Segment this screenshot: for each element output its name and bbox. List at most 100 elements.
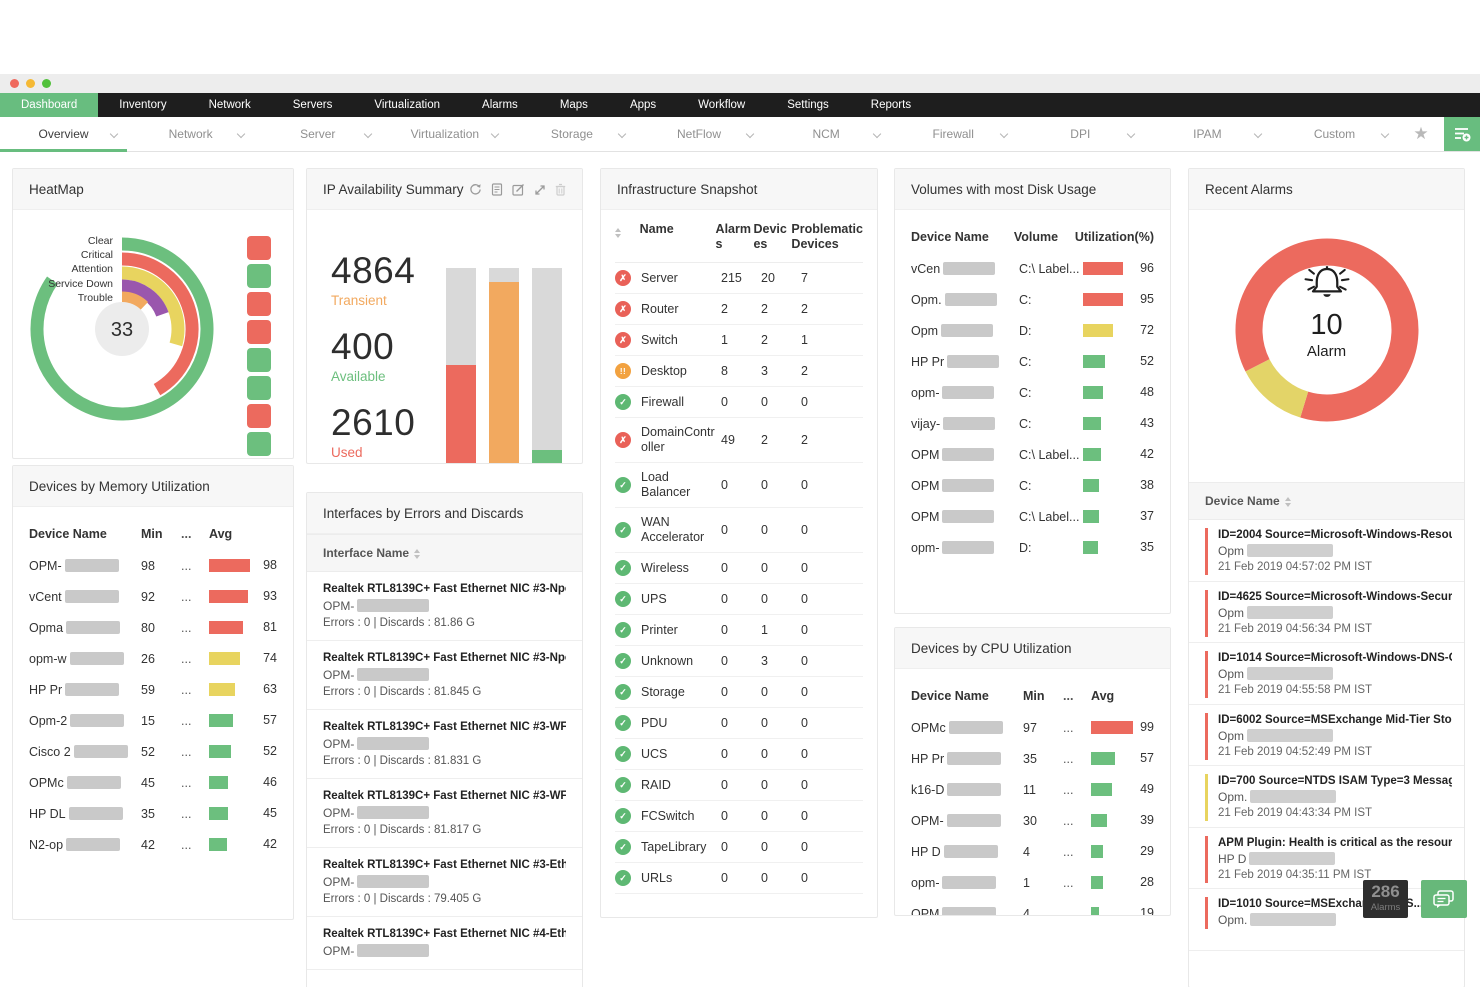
table-row[interactable]: OPM 4 ... 19 (911, 898, 1154, 915)
infrastructure-row[interactable]: Wireless 0 0 0 (615, 553, 863, 584)
sort-icon[interactable] (615, 227, 622, 238)
dashboard-tab-custom[interactable]: Custom (1271, 117, 1398, 151)
delete-icon[interactable] (555, 183, 566, 196)
infrastructure-row[interactable]: WAN Accelerator 0 0 0 (615, 508, 863, 553)
primary-tab-maps[interactable]: Maps (539, 93, 609, 117)
infrastructure-row[interactable]: Desktop 8 3 2 (615, 356, 863, 387)
dashboard-tab-netflow[interactable]: NetFlow (635, 117, 762, 151)
primary-tab-servers[interactable]: Servers (272, 93, 354, 117)
interface-list-item[interactable]: Realtek RTL8139C+ Fast Ethernet NIC #3-W… (307, 779, 582, 848)
dashboard-tab-ipam[interactable]: IPAM (1144, 117, 1271, 151)
interface-list-item[interactable]: Realtek RTL8139C+ Fast Ethernet NIC #3-N… (307, 572, 582, 641)
chevron-down-icon[interactable] (236, 129, 246, 139)
table-row[interactable]: vijay- C: 43 (911, 408, 1154, 439)
heatmap-device-square[interactable] (247, 264, 271, 288)
infrastructure-row[interactable]: Unknown 0 3 0 (615, 646, 863, 677)
table-row[interactable]: opm- D: 35 (911, 532, 1154, 563)
dashboard-tab-storage[interactable]: Storage (508, 117, 635, 151)
table-row[interactable]: HP Pr C: 52 (911, 346, 1154, 377)
alarm-list-item[interactable]: ID=700 Source=NTDS ISAM Type=3 Message=N… (1189, 766, 1464, 828)
table-row[interactable]: OPMc 45 ... 46 (29, 767, 277, 798)
infrastructure-row[interactable]: Router 2 2 2 (615, 294, 863, 325)
table-row[interactable]: HP D 4 ... 29 (911, 836, 1154, 867)
infrastructure-row[interactable]: Load Balancer 0 0 0 (615, 463, 863, 508)
infrastructure-row[interactable]: RAID 0 0 0 (615, 770, 863, 801)
table-row[interactable]: OPM- 30 ... 39 (911, 805, 1154, 836)
column-problematic-devices[interactable]: Problematic Devices (791, 222, 863, 252)
table-row[interactable]: vCent 92 ... 93 (29, 581, 277, 612)
table-row[interactable]: OPM C: 38 (911, 470, 1154, 501)
edit-icon[interactable] (512, 183, 525, 196)
heatmap-device-square[interactable] (247, 292, 271, 316)
table-row[interactable]: N2-op 42 ... 42 (29, 829, 277, 860)
dashboard-tab-dpi[interactable]: DPI (1017, 117, 1144, 151)
window-close-button[interactable] (10, 79, 19, 88)
heatmap-device-square[interactable] (247, 432, 271, 456)
table-row[interactable]: Opm. C: 95 (911, 284, 1154, 315)
alarm-list-item[interactable]: ID=1014 Source=Microsoft-Windows-DNS-Cli… (1189, 643, 1464, 705)
column-name[interactable]: Name (640, 222, 716, 237)
primary-tab-inventory[interactable]: Inventory (98, 93, 187, 117)
interface-list-item[interactable]: Realtek RTL8139C+ Fast Ethernet NIC #3-E… (307, 848, 582, 917)
chat-button[interactable] (1421, 880, 1467, 918)
table-row[interactable]: k16-D 11 ... 49 (911, 774, 1154, 805)
table-row[interactable]: OPM- 98 ... 98 (29, 550, 277, 581)
window-minimize-button[interactable] (26, 79, 35, 88)
infrastructure-row[interactable]: DomainController 49 2 2 (615, 418, 863, 463)
chevron-down-icon[interactable] (1126, 129, 1136, 139)
table-row[interactable]: HP DL 35 ... 45 (29, 798, 277, 829)
table-row[interactable]: OPMc 97 ... 99 (911, 712, 1154, 743)
column-devices[interactable]: Devices (753, 222, 791, 252)
table-row[interactable]: Opm D: 72 (911, 315, 1154, 346)
report-icon[interactable] (491, 183, 503, 196)
dashboard-tab-ncm[interactable]: NCM (763, 117, 890, 151)
table-row[interactable]: OPM C:\ Label... 42 (911, 439, 1154, 470)
dashboard-tab-server[interactable]: Server (254, 117, 381, 151)
interfaces-list-header[interactable]: Interface Name (307, 534, 582, 572)
primary-tab-alarms[interactable]: Alarms (461, 93, 539, 117)
alarms-list-header[interactable]: Device Name (1189, 482, 1464, 520)
heatmap-device-square[interactable] (247, 348, 271, 372)
interface-list-item[interactable]: Realtek RTL8139C+ Fast Ethernet NIC #3-N… (307, 641, 582, 710)
infrastructure-row[interactable]: URLs 0 0 0 (615, 863, 863, 894)
column-alarms[interactable]: Alarms (716, 222, 754, 252)
chevron-down-icon[interactable] (999, 129, 1008, 139)
table-row[interactable]: HP Pr 35 ... 57 (911, 743, 1154, 774)
chevron-down-icon[interactable] (109, 129, 119, 139)
table-row[interactable]: vCen C:\ Label... 96 (911, 253, 1154, 284)
heatmap-device-square[interactable] (247, 376, 271, 400)
infrastructure-row[interactable]: PDU 0 0 0 (615, 708, 863, 739)
interface-list-item[interactable]: Realtek RTL8139C+ Fast Ethernet NIC #3-W… (307, 710, 582, 779)
infrastructure-row[interactable]: Firewall 0 0 0 (615, 387, 863, 418)
dashboard-tab-overview[interactable]: Overview (0, 117, 128, 152)
infrastructure-row[interactable]: Server 215 20 7 (615, 263, 863, 294)
dashboard-tab-firewall[interactable]: Firewall (890, 117, 1017, 151)
chevron-down-icon[interactable] (745, 129, 754, 139)
chevron-down-icon[interactable] (1380, 129, 1390, 139)
refresh-icon[interactable] (469, 183, 482, 196)
heatmap-device-square[interactable] (247, 320, 271, 344)
infrastructure-row[interactable]: Storage 0 0 0 (615, 677, 863, 708)
primary-tab-workflow[interactable]: Workflow (677, 93, 766, 117)
add-dashboard-button[interactable] (1444, 117, 1480, 151)
infrastructure-row[interactable]: UPS 0 0 0 (615, 584, 863, 615)
alarm-list-item[interactable]: ID=2004 Source=Microsoft-Windows-Resourc… (1189, 520, 1464, 582)
infrastructure-row[interactable]: Switch 1 2 1 (615, 325, 863, 356)
infrastructure-row[interactable]: UCS 0 0 0 (615, 739, 863, 770)
infrastructure-row[interactable]: TapeLibrary 0 0 0 (615, 832, 863, 863)
table-row[interactable]: Opm-2 15 ... 57 (29, 705, 277, 736)
infrastructure-row[interactable]: FCSwitch 0 0 0 (615, 801, 863, 832)
dashboard-tab-virtualization[interactable]: Virtualization (381, 117, 508, 151)
table-row[interactable]: OPM C:\ Label... 37 (911, 501, 1154, 532)
chevron-down-icon[interactable] (491, 129, 500, 139)
alarm-list-item[interactable]: ID=4625 Source=Microsoft-Windows-Securit… (1189, 582, 1464, 643)
table-row[interactable]: opm-w 26 ... 74 (29, 643, 277, 674)
primary-tab-virtualization[interactable]: Virtualization (353, 93, 461, 117)
table-row[interactable]: Opma 80 ... 81 (29, 612, 277, 643)
primary-tab-settings[interactable]: Settings (766, 93, 850, 117)
chevron-down-icon[interactable] (1253, 129, 1263, 139)
table-row[interactable]: HP Pr 59 ... 63 (29, 674, 277, 705)
favorite-star-icon[interactable]: ★ (1398, 117, 1444, 151)
interface-list-item[interactable]: Realtek RTL8139C+ Fast Ethernet NIC #4-E… (307, 917, 582, 970)
primary-tab-network[interactable]: Network (188, 93, 272, 117)
